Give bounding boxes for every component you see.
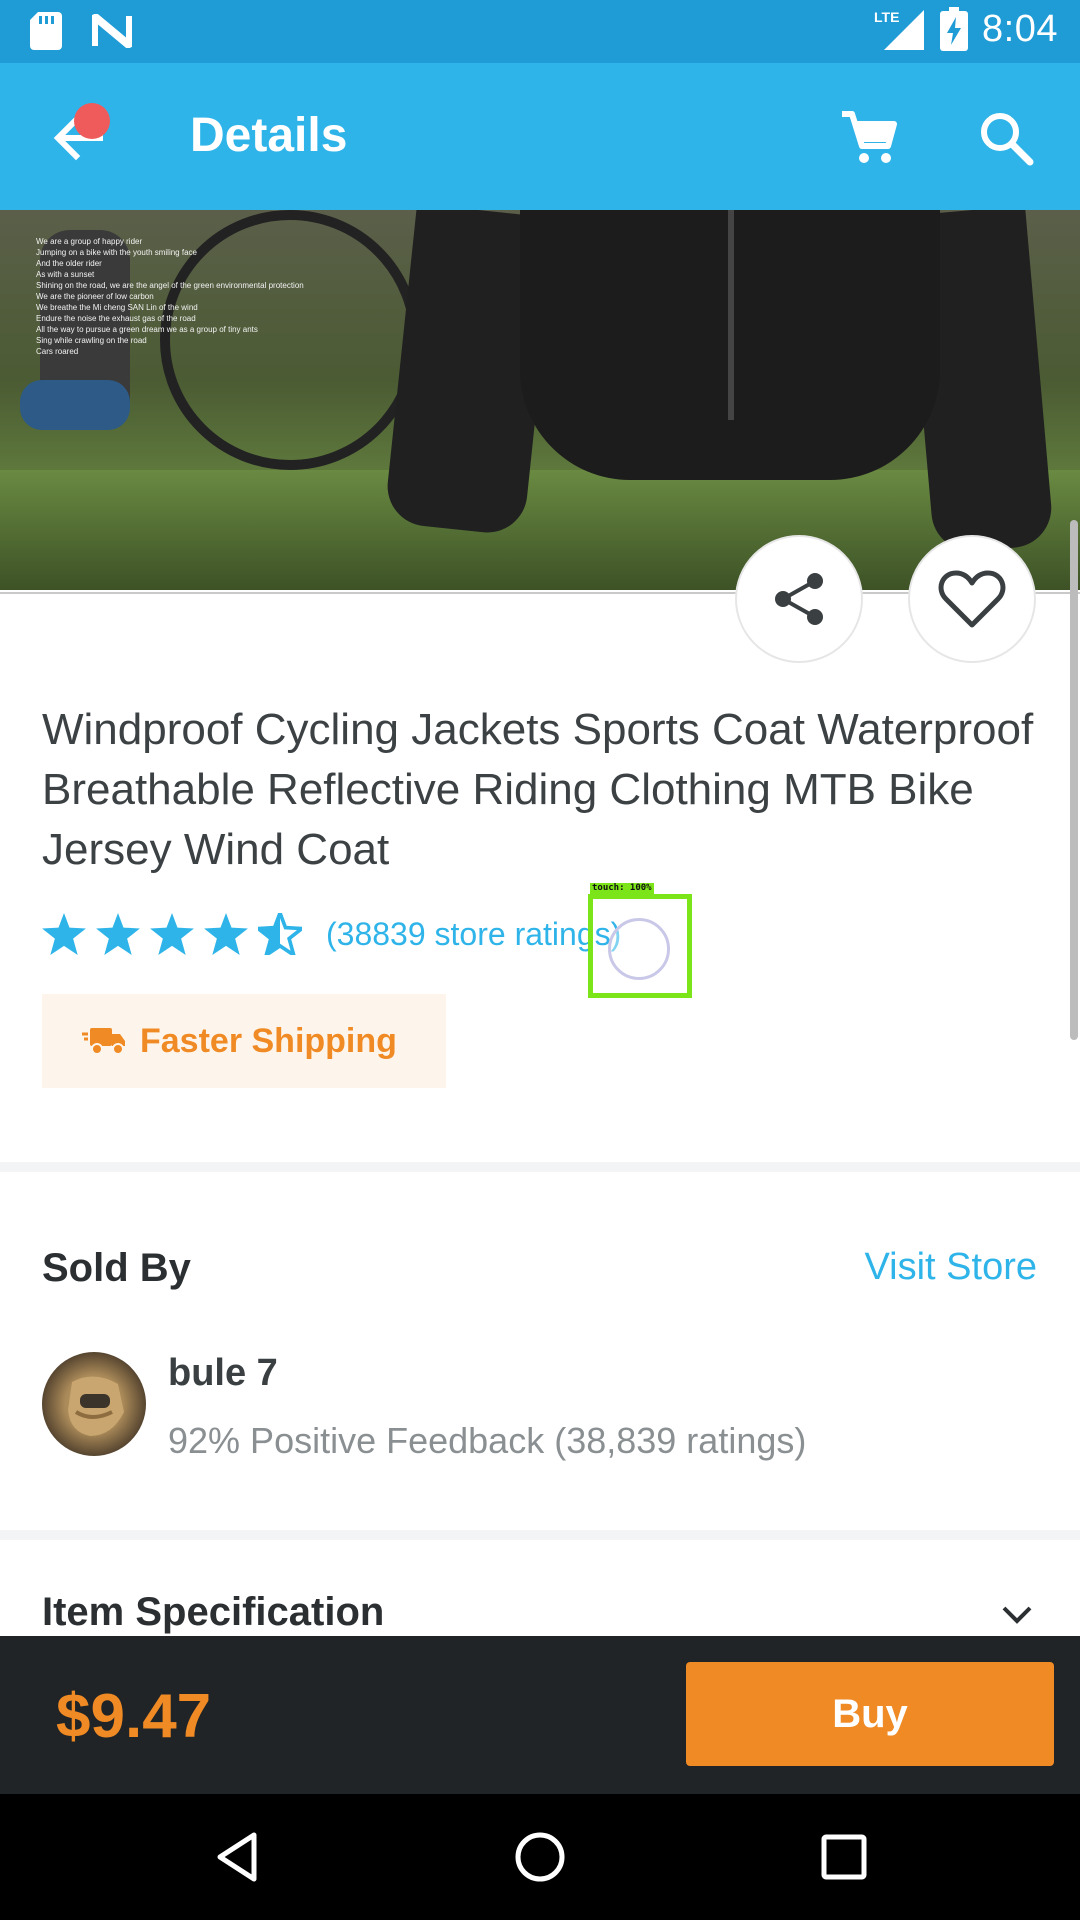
star-full-icon [150,913,194,955]
scrollbar[interactable] [1070,520,1078,1040]
seller-name[interactable]: bule 7 [168,1352,278,1395]
section-divider [0,1530,1080,1540]
rating-count-link[interactable]: (38839 store ratings) [326,916,621,953]
rider-shoe [20,380,130,430]
nav-recents-icon[interactable] [814,1827,874,1887]
truck-icon [82,1028,125,1055]
touch-indicator-circle [608,918,670,980]
heart-icon [938,570,1006,628]
nav-home-icon[interactable] [510,1827,570,1887]
rating-row[interactable]: (38839 store ratings) [42,908,621,960]
visit-store-link[interactable]: Visit Store [865,1246,1037,1289]
seller-avatar[interactable] [42,1352,146,1456]
caption-line: We are the pioneer of low carbon [36,292,154,301]
page-title: Details [190,109,348,162]
caption-line: Jumping on a bike with the youth smiling… [36,248,197,257]
caption-line: And the older rider [36,259,102,268]
star-full-icon [42,913,86,955]
product-title: Windproof Cycling Jackets Sports Coat Wa… [42,705,1034,874]
seller-feedback: 92% Positive Feedback (38,839 ratings) [168,1420,807,1461]
battery-charging-icon [940,7,969,51]
price: $9.47 [56,1682,212,1751]
star-full-icon [204,913,248,955]
caption-line: Cars roared [36,347,79,356]
favorite-button[interactable] [908,535,1036,663]
sd-card-icon [30,12,62,50]
touch-indicator-label: touch: 100% [590,883,654,894]
buy-button[interactable]: Buy [686,1662,1054,1766]
caption-line: All the way to pursue a green dream we a… [36,325,258,334]
caption-line: We are a group of happy rider [36,237,143,246]
system-nav-bar [0,1794,1080,1920]
cart-icon[interactable] [838,108,898,168]
n-logo-icon [92,14,132,48]
product-image[interactable]: We are a group of happy rider Jumping on… [0,210,1080,590]
caption-line: Endure the noise the exhaust gas of the … [36,314,196,323]
app-bar: Details [0,63,1080,210]
caption-line: Sing while crawling on the road [36,336,147,345]
item-specification-heading[interactable]: Item Specification [42,1590,384,1635]
caption-line: We breathe the Mi cheng SAN Lin of the w… [36,303,198,312]
caption-line: Shining on the road, we are the angel of… [36,281,304,290]
star-rating [42,913,302,955]
caption-line: As with a sunset [36,270,95,279]
section-divider [0,1162,1080,1172]
sold-by-heading: Sold By [42,1246,191,1290]
share-button[interactable] [735,535,863,663]
jacket-zipper [728,210,734,420]
search-icon[interactable] [976,108,1036,168]
status-time: 8:04 [982,7,1058,50]
notification-dot [74,103,110,139]
svg-text:LTE: LTE [874,9,899,25]
share-icon [775,573,823,625]
faster-shipping-badge: Faster Shipping [42,994,446,1088]
chevron-down-icon[interactable] [998,1596,1036,1634]
star-half-icon [258,913,302,955]
star-full-icon [96,913,140,955]
lte-signal-icon: LTE [874,9,925,50]
image-caption: We are a group of happy rider Jumping on… [36,236,376,357]
nav-back-icon[interactable] [208,1827,268,1887]
status-bar: LTE 8:04 [0,0,1080,63]
glove-image [68,1376,124,1436]
faster-shipping-label: Faster Shipping [140,1021,397,1060]
buy-bar: $9.47 Buy [0,1636,1080,1794]
